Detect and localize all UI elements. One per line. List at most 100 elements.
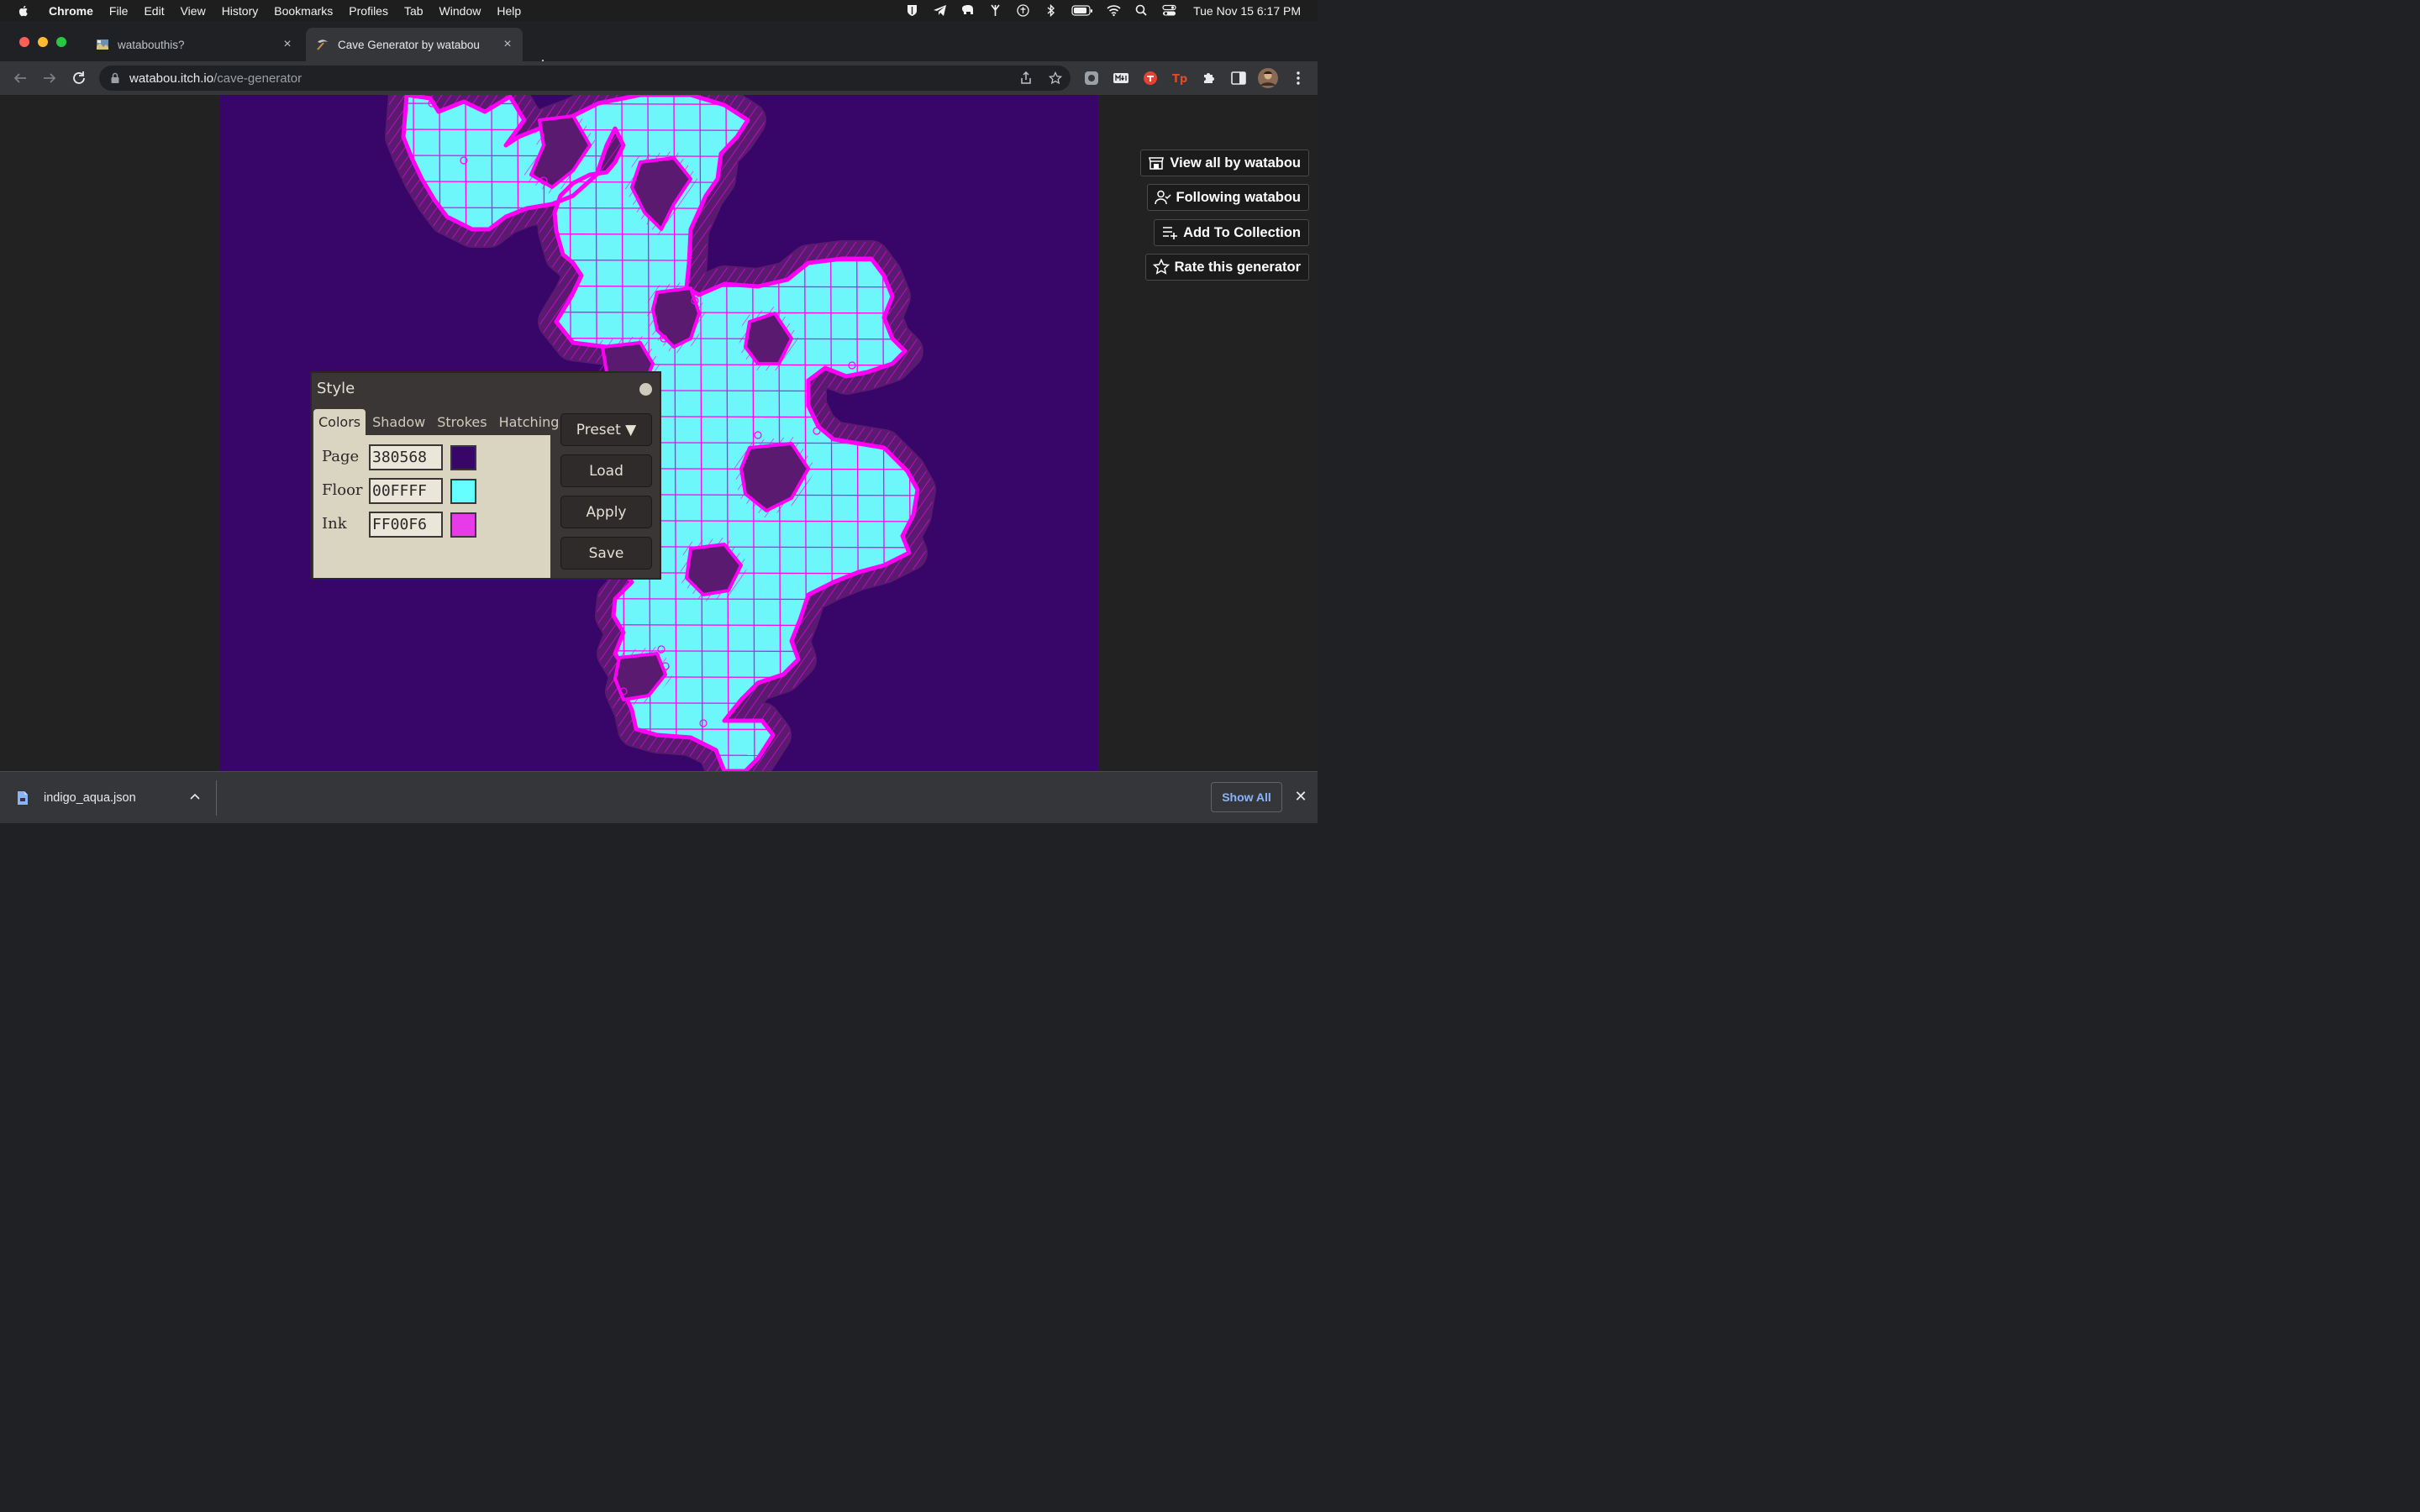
style-tabs: Colors Shadow Strokes Hatching xyxy=(313,409,566,435)
color-label: Ink xyxy=(322,515,347,533)
bookmark-star-icon[interactable] xyxy=(1049,71,1062,85)
accessibility-icon[interactable] xyxy=(1016,4,1030,17)
menu-edit[interactable]: Edit xyxy=(144,4,164,18)
show-all-downloads-button[interactable]: Show All xyxy=(1211,782,1282,812)
save-button[interactable]: Save xyxy=(560,537,652,570)
menu-history[interactable]: History xyxy=(222,4,259,18)
status-area: Tue Nov 15 6:17 PM xyxy=(905,0,1301,21)
profile-avatar[interactable] xyxy=(1258,68,1278,88)
elephant-icon[interactable] xyxy=(960,4,975,17)
pickaxe-favicon-icon xyxy=(317,39,328,50)
apple-icon[interactable] xyxy=(17,4,30,18)
download-filename: indigo_aqua.json xyxy=(44,791,136,805)
following-watabou-button[interactable]: Following watabou xyxy=(1146,184,1309,211)
tab-cave-generator[interactable]: Cave Generator by watabou × xyxy=(306,28,523,61)
bluetooth-icon[interactable] xyxy=(1044,4,1058,17)
tab-shadow[interactable]: Shadow xyxy=(367,409,430,435)
ink-color-input[interactable]: FF00F6 xyxy=(369,512,443,538)
page-color-input[interactable]: 380568 xyxy=(369,444,443,470)
menu-tab[interactable]: Tab xyxy=(404,4,424,18)
ink-color-swatch[interactable] xyxy=(450,512,476,538)
extension-markdown-icon[interactable] xyxy=(1113,70,1129,87)
menu-view[interactable]: View xyxy=(181,4,206,18)
download-bar: indigo_aqua.json Show All ✕ xyxy=(0,771,1318,823)
button-label: Rate this generator xyxy=(1174,259,1301,275)
button-label: Following watabou xyxy=(1176,189,1301,205)
button-label: Add To Collection xyxy=(1183,224,1301,240)
macos-menu-bar: Chrome File Edit View History Bookmarks … xyxy=(0,0,1318,21)
back-arrow-icon[interactable] xyxy=(12,70,29,87)
close-tab-icon[interactable]: × xyxy=(501,38,514,51)
battery-icon[interactable] xyxy=(1071,4,1093,17)
page-color-swatch[interactable] xyxy=(450,445,476,470)
tab-hatching[interactable]: Hatching xyxy=(494,409,565,435)
extension-todoist-icon[interactable] xyxy=(1142,70,1159,87)
grid-line xyxy=(934,95,937,771)
chrome-menu-icon[interactable] xyxy=(1290,70,1307,87)
extension-tp-icon[interactable]: Tp xyxy=(1171,70,1188,87)
star-icon xyxy=(1152,259,1170,275)
chevron-up-icon[interactable] xyxy=(188,790,202,804)
color-label: Floor xyxy=(322,481,363,499)
dialog-close-button[interactable] xyxy=(639,383,652,396)
window-zoom-button[interactable] xyxy=(56,37,66,47)
add-to-collection-button[interactable]: Add To Collection xyxy=(1154,219,1309,246)
browser-tab-strip: watabouthis? × Cave Generator by watabou… xyxy=(0,21,1318,74)
forward-arrow-icon[interactable] xyxy=(41,70,58,87)
colors-panel: Page 380568 Floor 00FFFF Ink FF00F6 xyxy=(313,435,550,578)
url-path: /cave-generator xyxy=(213,71,302,86)
lock-icon[interactable] xyxy=(109,72,121,84)
style-dialog: Style Colors Shadow Strokes Hatching Pag… xyxy=(310,371,661,580)
divider xyxy=(216,780,217,816)
menu-help[interactable]: Help xyxy=(497,4,521,18)
tab-colors[interactable]: Colors xyxy=(313,409,366,435)
url-host: watabou.itch.io xyxy=(129,71,214,86)
download-item[interactable]: indigo_aqua.json xyxy=(17,787,136,809)
close-tab-icon[interactable]: × xyxy=(281,38,294,51)
view-all-by-watabou-button[interactable]: View all by watabou xyxy=(1140,150,1309,176)
floor-color-swatch[interactable] xyxy=(450,479,476,504)
menu-file[interactable]: File xyxy=(109,4,129,18)
color-row-ink: Ink FF00F6 xyxy=(313,512,550,538)
reload-icon[interactable] xyxy=(71,70,87,87)
window-minimize-button[interactable] xyxy=(38,37,48,47)
bitwarden-icon[interactable] xyxy=(905,4,919,17)
tab-title: Cave Generator by watabou xyxy=(338,38,480,51)
color-row-page: Page 380568 xyxy=(313,444,550,471)
tab-title: watabouthis? xyxy=(118,38,185,51)
tab-strokes[interactable]: Strokes xyxy=(432,409,492,435)
menu-window[interactable]: Window xyxy=(439,4,481,18)
file-icon xyxy=(18,791,28,805)
close-download-bar-icon[interactable]: ✕ xyxy=(1294,789,1307,804)
extensions-puzzle-icon[interactable] xyxy=(1201,70,1218,87)
store-icon xyxy=(1149,157,1165,170)
extension-ghost-icon[interactable] xyxy=(1083,70,1100,87)
color-row-floor: Floor 00FFFF xyxy=(313,478,550,505)
tab-watabouthis[interactable]: watabouthis? × xyxy=(86,28,302,61)
telegram-icon[interactable] xyxy=(933,4,947,17)
map-favicon-icon xyxy=(97,39,108,50)
fork-icon[interactable] xyxy=(988,4,1002,17)
window-close-button[interactable] xyxy=(19,37,29,47)
menu-profiles[interactable]: Profiles xyxy=(349,4,388,18)
url-text: watabou.itch.io/cave-generator xyxy=(129,71,302,86)
apply-button[interactable]: Apply xyxy=(560,496,652,528)
menu-chrome[interactable]: Chrome xyxy=(49,4,93,18)
spotlight-search-icon[interactable] xyxy=(1134,4,1149,17)
menubar-clock[interactable]: Tue Nov 15 6:17 PM xyxy=(1193,4,1301,18)
dialog-title: Style xyxy=(317,380,355,397)
user-check-icon xyxy=(1154,190,1171,205)
share-icon[interactable] xyxy=(1019,71,1033,85)
color-label: Page xyxy=(322,448,360,465)
menu-bookmarks[interactable]: Bookmarks xyxy=(274,4,333,18)
button-label: View all by watabou xyxy=(1170,155,1301,171)
rate-this-generator-button[interactable]: Rate this generator xyxy=(1144,254,1309,281)
control-center-icon[interactable] xyxy=(1162,4,1176,17)
floor-color-input[interactable]: 00FFFF xyxy=(369,478,443,504)
load-button[interactable]: Load xyxy=(560,454,652,487)
svg-text:Tp: Tp xyxy=(1172,73,1187,86)
preset-dropdown-button[interactable]: Preset ▼ xyxy=(560,413,652,446)
address-bar[interactable]: watabou.itch.io/cave-generator xyxy=(99,66,1071,91)
side-panel-icon[interactable] xyxy=(1230,70,1247,87)
wifi-icon[interactable] xyxy=(1107,4,1121,17)
